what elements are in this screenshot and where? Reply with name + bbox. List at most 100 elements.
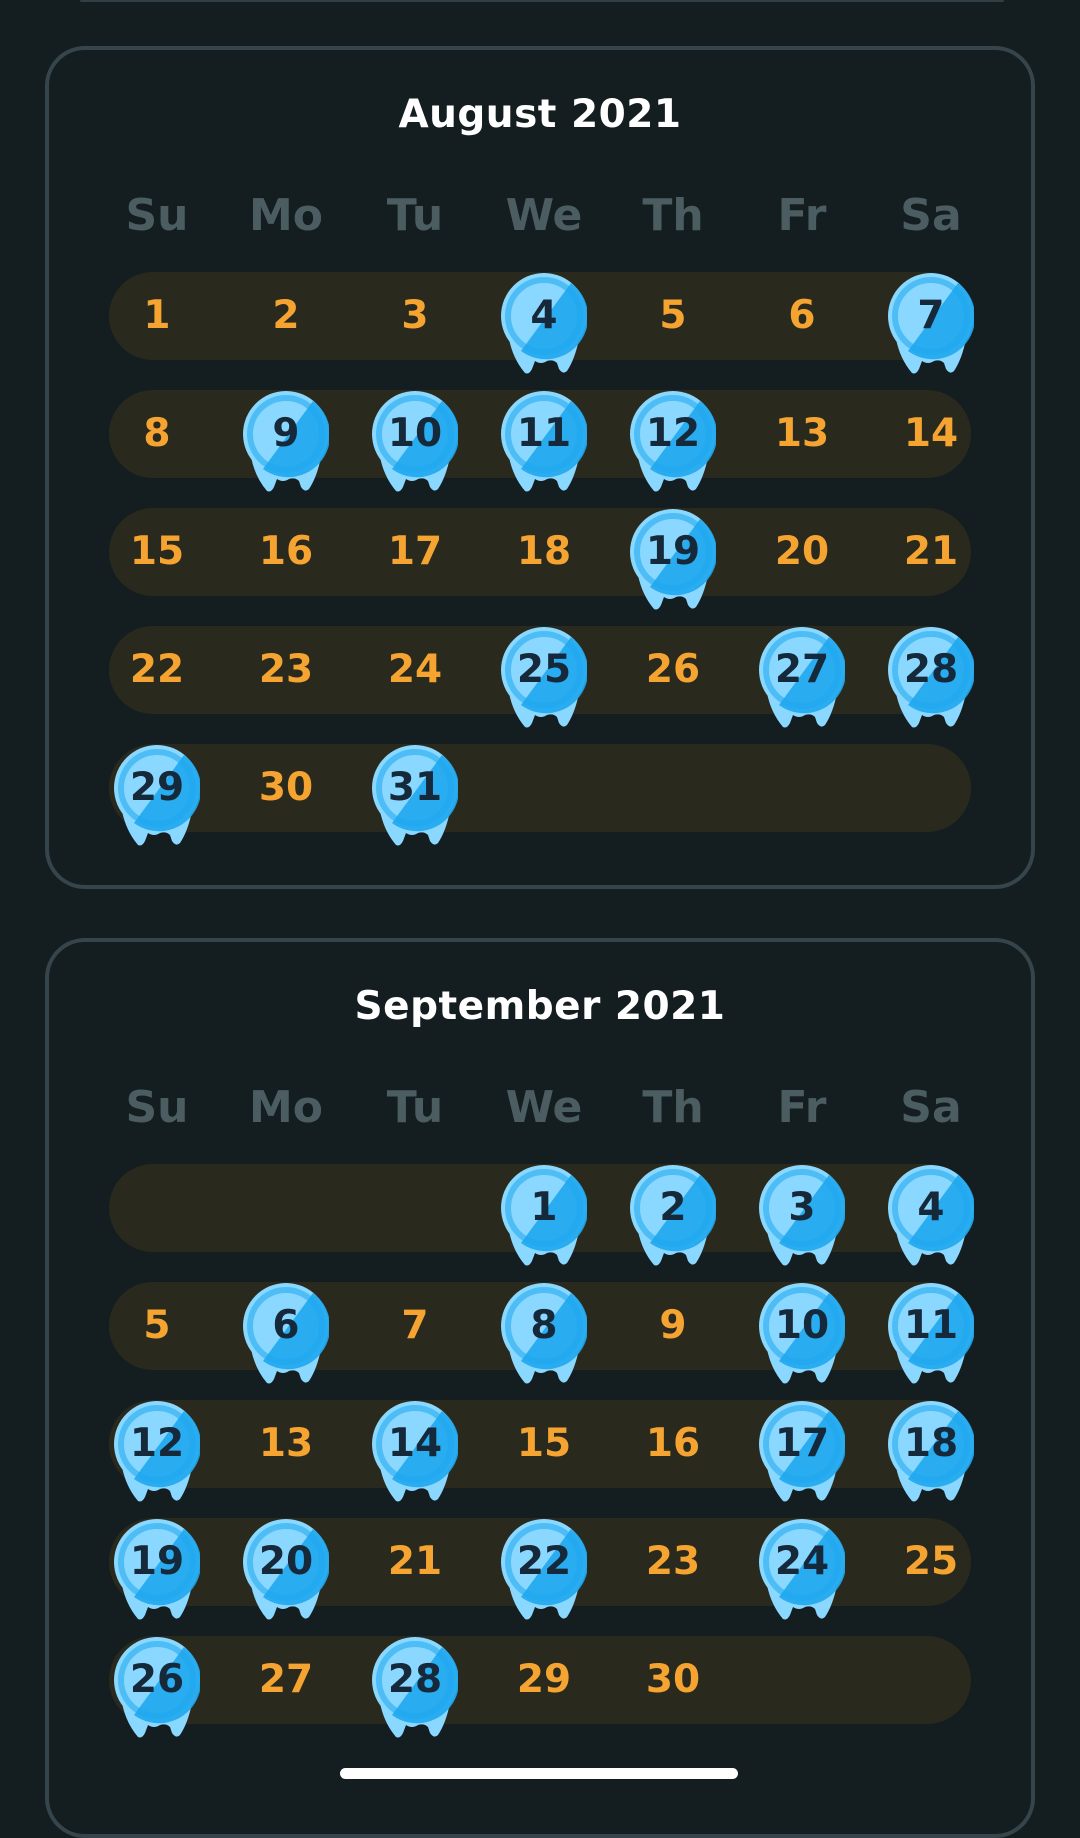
day-number: 8	[530, 1303, 558, 1348]
day-number: 10	[387, 411, 443, 456]
completed-day-marker[interactable]: 7	[888, 273, 974, 374]
day-number: 25	[516, 647, 572, 692]
completed-day-marker[interactable]: 6	[243, 1283, 329, 1384]
weekday-label: Fr	[777, 1082, 827, 1133]
day-number: 11	[516, 411, 572, 456]
completed-day-marker[interactable]: 28	[888, 627, 974, 728]
day-cell[interactable]: 9	[628, 1282, 718, 1370]
completed-day-marker[interactable]: 12	[630, 391, 716, 492]
day-number: 3	[788, 1185, 816, 1230]
day-cell[interactable]: 13	[241, 1400, 331, 1488]
day-cell[interactable]: 8	[112, 390, 202, 478]
day-cell[interactable]: 20	[757, 508, 847, 596]
completed-day-marker[interactable]: 1	[501, 1165, 587, 1266]
completed-day-marker[interactable]: 4	[888, 1165, 974, 1266]
day-cell[interactable]: 2	[241, 272, 331, 360]
day-cell[interactable]: 15	[112, 508, 202, 596]
day-number: 31	[387, 765, 443, 810]
day-cell[interactable]: 27	[241, 1636, 331, 1724]
month-card-september: September 2021 Su Mo Tu We Th Fr Sa 1234567891…	[45, 938, 1035, 1838]
day-cell[interactable]: 7	[370, 1282, 460, 1370]
completed-day-marker[interactable]: 10	[759, 1283, 845, 1384]
completed-day-marker[interactable]: 4	[501, 273, 587, 374]
completed-day-marker[interactable]: 25	[501, 627, 587, 728]
top-divider	[80, 0, 1004, 2]
weekday-label: Th	[642, 1082, 704, 1133]
completed-day-marker[interactable]: 17	[759, 1401, 845, 1502]
day-number: 18	[903, 1421, 959, 1466]
day-cell[interactable]: 23	[628, 1518, 718, 1606]
day-cell[interactable]: 22	[112, 626, 202, 714]
month-card-august: August 2021 Su Mo Tu We Th Fr Sa 1 2 3 4 5 6 7 8 9 10 11…	[45, 46, 1035, 889]
completed-day-marker[interactable]: 12	[114, 1401, 200, 1502]
day-number: 1	[530, 1185, 558, 1230]
day-cell[interactable]: 5	[628, 272, 718, 360]
day-number: 28	[903, 647, 959, 692]
day-number: 19	[645, 529, 701, 574]
weekday-label: Su	[125, 1082, 189, 1133]
day-number: 12	[645, 411, 701, 456]
day-cell[interactable]: 26	[628, 626, 718, 714]
day-cell[interactable]: 17	[370, 508, 460, 596]
day-cell[interactable]: 3	[370, 272, 460, 360]
day-number: 10	[774, 1303, 830, 1348]
day-cell[interactable]: 18	[499, 508, 589, 596]
day-number: 26	[129, 1657, 185, 1702]
day-cell[interactable]: 30	[241, 744, 331, 832]
day-cell[interactable]: 16	[628, 1400, 718, 1488]
day-number: 29	[129, 765, 185, 810]
day-cell[interactable]: 16	[241, 508, 331, 596]
completed-day-marker[interactable]: 22	[501, 1519, 587, 1620]
day-number: 2	[659, 1185, 687, 1230]
day-cell[interactable]: 13	[757, 390, 847, 478]
completed-day-marker[interactable]: 26	[114, 1637, 200, 1738]
day-cell[interactable]: 23	[241, 626, 331, 714]
completed-day-marker[interactable]: 8	[501, 1283, 587, 1384]
week-row	[109, 744, 971, 832]
completed-day-marker[interactable]: 27	[759, 627, 845, 728]
completed-day-marker[interactable]: 31	[372, 745, 458, 846]
day-number: 7	[917, 293, 945, 338]
day-number: 6	[272, 1303, 300, 1348]
home-indicator	[340, 1768, 738, 1779]
day-cell[interactable]: 14	[886, 390, 976, 478]
completed-day-marker[interactable]: 14	[372, 1401, 458, 1502]
completed-day-marker[interactable]: 11	[888, 1283, 974, 1384]
day-cell[interactable]: 21	[370, 1518, 460, 1606]
day-number: 24	[774, 1539, 830, 1584]
completed-day-marker[interactable]: 29	[114, 745, 200, 846]
day-number: 4	[917, 1185, 945, 1230]
day-number: 17	[774, 1421, 830, 1466]
weekday-label: Sa	[900, 190, 962, 241]
completed-day-marker[interactable]: 24	[759, 1519, 845, 1620]
day-cell[interactable]: 6	[757, 272, 847, 360]
day-cell[interactable]: 30	[628, 1636, 718, 1724]
day-cell[interactable]: 21	[886, 508, 976, 596]
day-cell[interactable]: 29	[499, 1636, 589, 1724]
month-title: September 2021	[354, 984, 726, 1029]
completed-day-marker[interactable]: 11	[501, 391, 587, 492]
day-cell[interactable]: 15	[499, 1400, 589, 1488]
completed-day-marker[interactable]: 2	[630, 1165, 716, 1266]
completed-day-marker[interactable]: 9	[243, 391, 329, 492]
day-number: 12	[129, 1421, 185, 1466]
day-cell[interactable]: 24	[370, 626, 460, 714]
completed-day-marker[interactable]: 20	[243, 1519, 329, 1620]
month-title: August 2021	[398, 92, 682, 137]
completed-day-marker[interactable]: 28	[372, 1637, 458, 1738]
weekday-label: Fr	[777, 190, 827, 241]
weekday-label: Sa	[900, 1082, 962, 1133]
day-cell[interactable]: 1	[112, 272, 202, 360]
completed-day-marker[interactable]: 19	[114, 1519, 200, 1620]
weekday-label: Tu	[386, 1082, 444, 1133]
weekday-label: Th	[642, 190, 704, 241]
weekday-label: Mo	[248, 1082, 323, 1133]
weekday-label: Mo	[248, 190, 323, 241]
day-cell[interactable]: 5	[112, 1282, 202, 1370]
day-cell[interactable]: 25	[886, 1518, 976, 1606]
completed-day-marker[interactable]: 19	[630, 509, 716, 610]
completed-day-marker[interactable]: 18	[888, 1401, 974, 1502]
completed-day-marker[interactable]: 3	[759, 1165, 845, 1266]
day-number: 20	[258, 1539, 314, 1584]
completed-day-marker[interactable]: 10	[372, 391, 458, 492]
